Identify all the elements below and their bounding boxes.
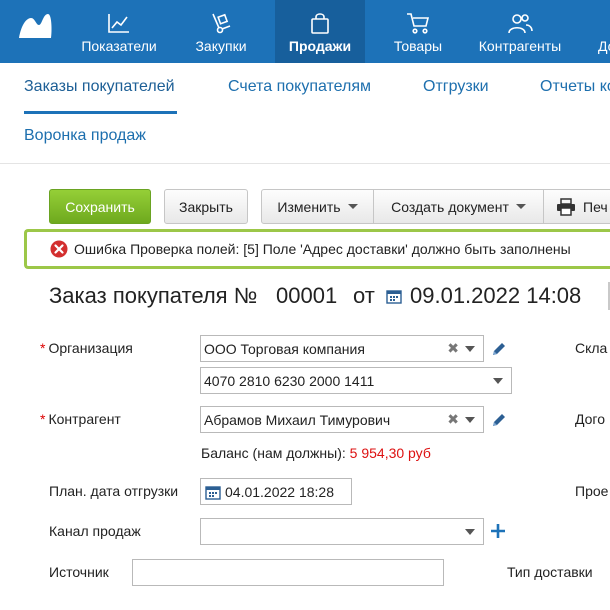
counterparty-label-text: Контрагент <box>48 411 121 427</box>
sales-channel-label: Канал продаж <box>49 523 141 539</box>
calendar-icon[interactable] <box>205 484 221 500</box>
order-number[interactable]: 00001 <box>276 283 337 309</box>
create-document-label: Создать документ <box>391 198 509 215</box>
print-button[interactable]: Печ <box>543 189 610 224</box>
chevron-down-icon <box>515 204 526 209</box>
nav-item-goods[interactable]: Товары <box>378 0 458 63</box>
ship-date-input[interactable]: 04.01.2022 18:28 <box>200 478 352 505</box>
error-message: Ошибка Проверка полей: [5] Поле 'Адрес д… <box>74 241 571 257</box>
balance-label: Баланс (нам должны): <box>201 445 346 461</box>
page-title-prefix: Заказ покупателя № <box>49 283 258 308</box>
nav-item-label: До <box>598 38 610 54</box>
save-button-label: Сохранить <box>65 198 135 215</box>
chevron-down-icon <box>347 204 358 209</box>
nav-item-purchases[interactable]: Закупки <box>180 0 262 63</box>
shopping-bag-icon <box>311 13 329 34</box>
nav-item-label: Контрагенты <box>478 38 562 54</box>
section-tabs: Заказы покупателей Счета покупателям Отг… <box>0 63 610 164</box>
plus-icon[interactable] <box>490 523 506 539</box>
edit-dropdown-button[interactable]: Изменить <box>261 189 374 224</box>
pencil-icon[interactable] <box>491 341 507 357</box>
nav-item-indicators[interactable]: Показатели <box>72 0 166 63</box>
nav-item-label: Закупки <box>195 38 247 54</box>
close-button[interactable]: Закрыть <box>164 189 248 224</box>
organization-value: ООО Торговая компания <box>204 340 365 357</box>
edit-button-label: Изменить <box>277 198 341 215</box>
balance-value: 5 954,30 руб <box>349 445 431 461</box>
nav-item-label: Товары <box>393 38 443 54</box>
delivery-type-label: Тип доставки <box>507 564 593 580</box>
ship-date-value: 04.01.2022 18:28 <box>225 483 334 500</box>
chart-line-icon <box>108 14 129 33</box>
bank-account-value: 4070 2810 6230 2000 1411 <box>204 372 375 389</box>
source-label: Источник <box>49 564 109 580</box>
right-label-contract: Дого <box>575 411 606 427</box>
tab-sales-funnel[interactable]: Воронка продаж <box>24 127 146 145</box>
sales-channel-select[interactable] <box>200 518 484 545</box>
order-datetime[interactable]: 09.01.2022 14:08 <box>410 283 581 309</box>
clear-icon[interactable]: ✖ <box>447 411 459 428</box>
ship-date-label: План. дата отгрузки <box>49 483 179 499</box>
tab-customer-orders[interactable]: Заказы покупателей <box>24 78 175 96</box>
clear-icon[interactable]: ✖ <box>447 340 459 357</box>
tab-shipments[interactable]: Отгрузки <box>423 78 489 96</box>
pencil-icon[interactable] <box>491 412 507 428</box>
organization-select[interactable]: ООО Торговая компания ✖ <box>200 335 484 362</box>
nav-item-label: Продажи <box>288 38 352 54</box>
chevron-down-icon[interactable] <box>465 416 475 423</box>
source-input[interactable] <box>132 559 444 586</box>
bank-account-select[interactable]: 4070 2810 6230 2000 1411 <box>200 367 512 394</box>
counterparty-label: * Контрагент <box>40 411 121 427</box>
required-marker: * <box>40 411 46 427</box>
counterparty-value: Абрамов Михаил Тимурович <box>204 411 391 428</box>
nav-item-documents[interactable]: До <box>592 0 610 63</box>
error-icon <box>50 240 68 258</box>
organization-label-text: Организация <box>48 340 133 356</box>
save-button[interactable]: Сохранить <box>49 189 151 224</box>
create-document-dropdown-button[interactable]: Создать документ <box>373 189 544 224</box>
logo-icon[interactable] <box>17 12 53 40</box>
active-tab-indicator <box>24 111 177 114</box>
title-from: от <box>353 283 375 308</box>
hand-truck-icon <box>212 13 231 34</box>
chevron-down-icon[interactable] <box>465 345 475 352</box>
right-label-warehouse: Скла <box>575 340 608 356</box>
top-navigation: Показатели Закупки Продажи Товары Контра… <box>0 0 610 63</box>
validation-error-banner: Ошибка Проверка полей: [5] Поле 'Адрес д… <box>24 229 610 269</box>
people-icon <box>508 14 533 34</box>
counterparty-select[interactable]: Абрамов Михаил Тимурович ✖ <box>200 406 484 433</box>
cart-icon <box>407 13 430 34</box>
balance-line: Баланс (нам должны): 5 954,30 руб <box>201 445 431 461</box>
print-button-label: Печ <box>583 198 608 215</box>
close-button-label: Закрыть <box>179 198 233 215</box>
chevron-down-icon[interactable] <box>493 377 503 384</box>
nav-item-label: Показатели <box>81 38 157 54</box>
organization-label: * Организация <box>40 340 133 356</box>
chevron-down-icon[interactable] <box>465 528 475 535</box>
calendar-icon[interactable] <box>386 288 402 304</box>
printer-icon <box>557 197 575 216</box>
right-label-project: Прое <box>575 483 609 499</box>
nav-item-sales[interactable]: Продажи <box>275 0 365 63</box>
nav-item-counterparties[interactable]: Контрагенты <box>470 0 570 63</box>
required-marker: * <box>40 340 46 356</box>
tab-customer-invoices[interactable]: Счета покупателям <box>228 78 371 96</box>
tab-reports[interactable]: Отчеты ко <box>540 78 610 96</box>
